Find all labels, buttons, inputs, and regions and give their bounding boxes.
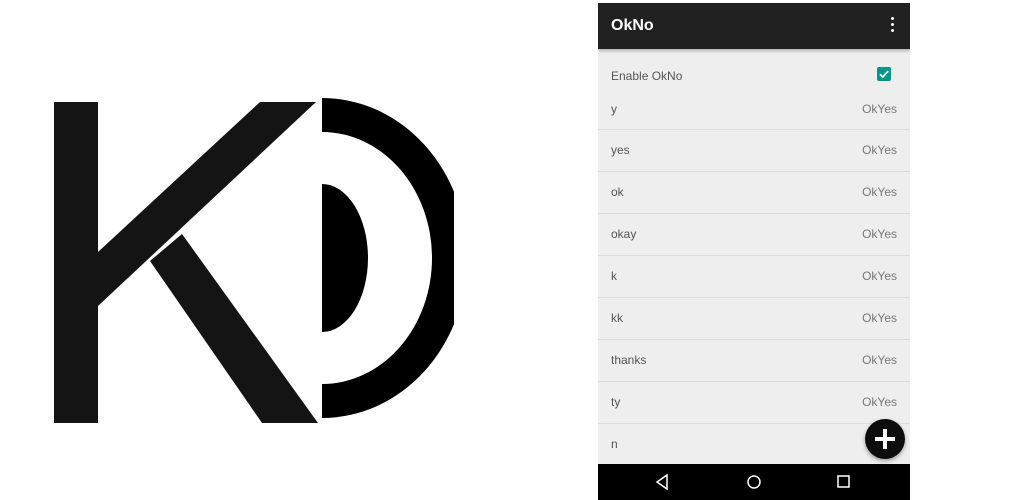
plus-icon [875,429,895,449]
list-item[interactable]: kk OkYes [598,298,910,340]
system-nav-bar [598,464,910,500]
list-item[interactable]: thanks OkYes [598,340,910,382]
enable-okno-row[interactable]: Enable OkNo [598,59,910,89]
okno-logo [54,98,454,423]
recents-square-icon[interactable] [834,472,854,492]
trigger-text: k [611,269,617,283]
list-item[interactable]: ok OkYes [598,172,910,214]
response-text: OkYes [862,311,897,325]
trigger-text: okay [611,227,637,241]
trigger-text: ok [611,185,624,199]
trigger-text: n [611,437,618,451]
add-reply-button[interactable] [865,419,905,459]
app-bar: OkNo [598,3,910,49]
app-title: OkNo [611,17,654,34]
trigger-text: kk [611,311,623,325]
response-text: OkYes [862,269,897,283]
replies-list: y OkYes yes OkYes ok OkYes okay OkYes k … [598,89,910,466]
response-text: OkYes [862,395,897,409]
enable-okno-checkbox[interactable] [877,67,891,81]
logo-k-stem [54,102,98,423]
phone-screen: OkNo Enable OkNo y OkYes yes OkYes ok Ok… [598,3,910,500]
more-vert-icon[interactable] [888,17,896,35]
response-text: OkYes [862,353,897,367]
list-item[interactable]: ty OkYes [598,382,910,424]
back-triangle-icon[interactable] [653,472,673,492]
list-item[interactable]: k OkYes [598,256,910,298]
list-item[interactable]: yes OkYes [598,130,910,172]
logo-k-lower-arm [150,234,318,423]
list-item[interactable]: y OkYes [598,89,910,130]
response-text: OkYes [862,102,897,116]
list-item[interactable]: okay OkYes [598,214,910,256]
enable-okno-label: Enable OkNo [611,69,683,83]
list-item[interactable]: n [598,424,910,466]
response-text: OkYes [862,185,897,199]
trigger-text: ty [611,395,621,409]
response-text: OkYes [862,143,897,157]
trigger-text: thanks [611,353,647,367]
checkmark-icon [879,70,889,79]
trigger-text: y [611,102,617,116]
response-text: OkYes [862,227,897,241]
home-circle-icon[interactable] [744,472,764,492]
logo-inner-arc [322,184,368,332]
trigger-text: yes [611,143,630,157]
